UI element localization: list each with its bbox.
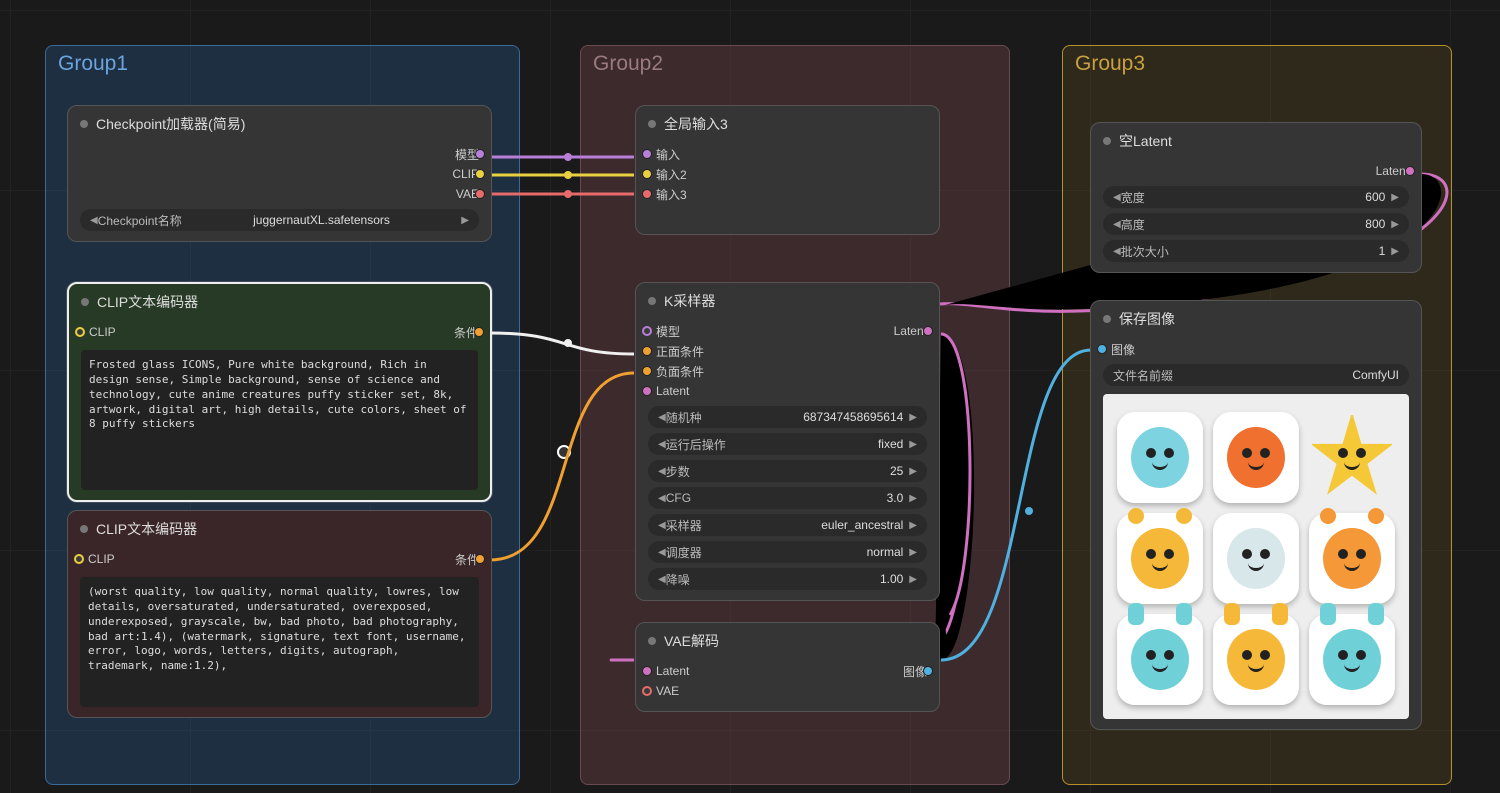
widget-denoise[interactable]: ◀降噪1.00▶ [648, 568, 927, 590]
node-clip-text-encode-positive[interactable]: CLIP文本编码器 CLIP 条件 Frosted glass ICONS, P… [67, 282, 492, 502]
node-save-image[interactable]: 保存图像 图像 文件名前缀 ComfyUI [1090, 300, 1422, 730]
port-vae-out[interactable] [475, 189, 485, 199]
port-clip-in[interactable] [75, 327, 85, 337]
widget-checkpoint-name[interactable]: ◀ Checkpoint名称 juggernautXL.safetensors … [80, 209, 479, 231]
prompt-textarea-negative[interactable]: (worst quality, low quality, normal qual… [80, 577, 479, 707]
group-1-title: Group1 [58, 52, 128, 76]
widget-scheduler[interactable]: ◀调度器normal▶ [648, 541, 927, 563]
port-negative-in[interactable] [642, 366, 652, 376]
widget-steps[interactable]: ◀步数25▶ [648, 460, 927, 482]
port-clip-in[interactable] [74, 554, 84, 564]
widget-height[interactable]: ◀高度800▶ [1103, 213, 1409, 235]
port-model-out[interactable] [475, 149, 485, 159]
node-title: CLIP文本编码器 [96, 519, 197, 539]
port-latent-out[interactable] [923, 326, 933, 336]
group-2-title: Group2 [593, 52, 663, 76]
node-clip-text-encode-negative[interactable]: CLIP文本编码器 CLIP 条件 (worst quality, low qu… [67, 510, 492, 718]
node-ksampler[interactable]: K采样器 模型 Latent 正面条件 负面条件 Latent ◀随机种6873… [635, 282, 940, 601]
output-image-preview[interactable] [1103, 394, 1409, 719]
port-cond-out[interactable] [474, 327, 484, 337]
port-model-in[interactable] [642, 326, 652, 336]
node-title: VAE解码 [664, 631, 719, 651]
node-title: 保存图像 [1119, 309, 1175, 329]
group-3-title: Group3 [1075, 52, 1145, 76]
node-title: K采样器 [664, 291, 715, 311]
widget-filename-prefix[interactable]: 文件名前缀 ComfyUI [1103, 364, 1409, 386]
port-in1[interactable] [642, 149, 652, 159]
chevron-right-icon: ▶ [461, 215, 469, 226]
widget-cfg[interactable]: ◀CFG3.0▶ [648, 487, 927, 509]
widget-control[interactable]: ◀运行后操作fixed▶ [648, 433, 927, 455]
widget-seed[interactable]: ◀随机种687347458695614▶ [648, 406, 927, 428]
port-clip-out[interactable] [475, 169, 485, 179]
node-vae-decode[interactable]: VAE解码 Latent 图像 VAE [635, 622, 940, 712]
port-in2[interactable] [642, 169, 652, 179]
port-latent-in[interactable] [642, 386, 652, 396]
node-title: 空Latent [1119, 131, 1172, 151]
widget-batch[interactable]: ◀批次大小1▶ [1103, 240, 1409, 262]
node-title: Checkpoint加载器(简易) [96, 114, 245, 134]
node-checkpoint-loader[interactable]: Checkpoint加载器(简易) 模型 CLIP VAE ◀ Checkpoi… [67, 105, 492, 242]
port-latent-in[interactable] [642, 666, 652, 676]
node-title: CLIP文本编码器 [97, 292, 198, 312]
port-vae-in[interactable] [642, 686, 652, 696]
port-cond-out[interactable] [475, 554, 485, 564]
port-in3[interactable] [642, 189, 652, 199]
node-empty-latent[interactable]: 空Latent Latent ◀宽度600▶ ◀高度800▶ ◀批次大小1▶ [1090, 122, 1422, 273]
chevron-left-icon: ◀ [90, 215, 98, 226]
node-global-input[interactable]: 全局输入3 输入 输入2 输入3 [635, 105, 940, 235]
prompt-textarea-positive[interactable]: Frosted glass ICONS, Pure white backgrou… [81, 350, 478, 490]
port-latent-out[interactable] [1405, 166, 1415, 176]
widget-width[interactable]: ◀宽度600▶ [1103, 186, 1409, 208]
widget-sampler[interactable]: ◀采样器euler_ancestral▶ [648, 514, 927, 536]
node-title: 全局输入3 [664, 114, 728, 134]
port-image-out[interactable] [923, 666, 933, 676]
port-image-in[interactable] [1097, 344, 1107, 354]
port-positive-in[interactable] [642, 346, 652, 356]
